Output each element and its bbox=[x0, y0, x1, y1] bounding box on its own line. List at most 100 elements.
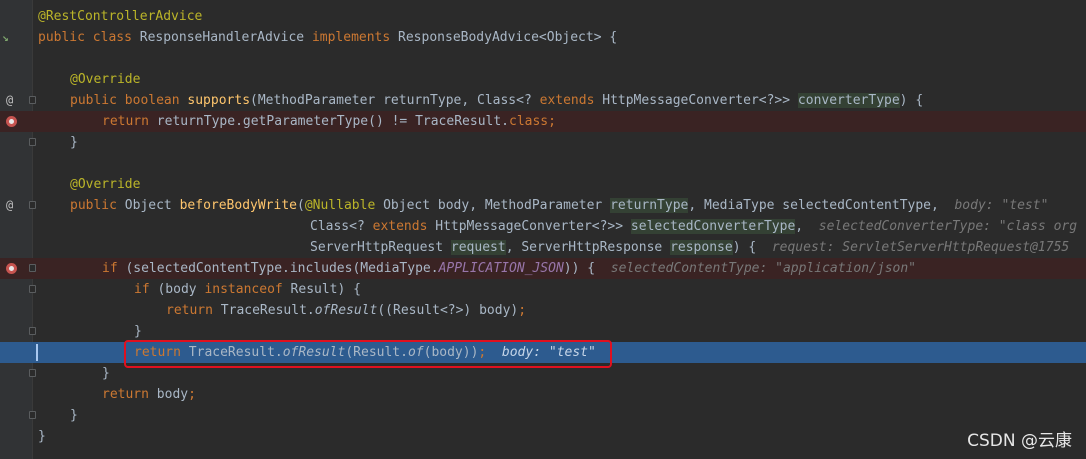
code-line[interactable]: } bbox=[0, 405, 1086, 426]
code-token: public class bbox=[38, 30, 140, 45]
code-text: } bbox=[70, 132, 78, 153]
inline-debug-value: selectedContentType: "application/json" bbox=[610, 261, 917, 276]
code-line[interactable]: @Override bbox=[0, 69, 1086, 90]
code-text: } bbox=[70, 405, 78, 426]
code-text: @Override bbox=[70, 69, 140, 90]
code-token: } bbox=[70, 408, 78, 423]
code-token: (MethodParameter returnType, Class<? bbox=[250, 93, 540, 108]
code-line[interactable]: @Override bbox=[0, 174, 1086, 195]
code-token: if bbox=[102, 261, 126, 276]
code-text: return body; bbox=[102, 384, 196, 405]
code-line[interactable]: ServerHttpRequest request, ServerHttpRes… bbox=[0, 237, 1086, 258]
code-line[interactable]: return TraceResult.ofResult((Result<?>) … bbox=[0, 300, 1086, 321]
code-text: @Override bbox=[70, 174, 140, 195]
code-text: public Object beforeBodyWrite(@Nullable … bbox=[70, 195, 1048, 216]
code-token: Result) { bbox=[290, 282, 361, 297]
code-token: ResponseBodyAdvice<Object> { bbox=[398, 30, 618, 45]
code-line[interactable]: return body; bbox=[0, 384, 1086, 405]
code-token: , bbox=[795, 219, 819, 234]
code-line[interactable]: } bbox=[0, 132, 1086, 153]
code-line[interactable] bbox=[0, 153, 1086, 174]
code-token: public boolean bbox=[70, 93, 188, 108]
fold-icon[interactable] bbox=[29, 369, 36, 377]
code-token: Object bbox=[124, 198, 180, 213]
code-token: APPLICATION_JSON bbox=[438, 261, 564, 276]
code-token: } bbox=[102, 366, 110, 381]
code-token: } bbox=[38, 429, 46, 444]
code-token: , MediaType selectedContentType, bbox=[688, 198, 955, 213]
code-token: return bbox=[102, 387, 157, 402]
code-text: ServerHttpRequest request, ServerHttpRes… bbox=[310, 237, 1069, 258]
code-token: , ServerHttpResponse bbox=[505, 240, 671, 255]
code-text: } bbox=[134, 321, 142, 342]
fold-icon[interactable] bbox=[29, 96, 36, 104]
code-text: public class ResponseHandlerAdvice imple… bbox=[38, 27, 617, 48]
override-icon[interactable]: @ bbox=[6, 195, 13, 216]
code-token: )) { bbox=[563, 261, 611, 276]
code-token: return bbox=[166, 303, 221, 318]
fold-icon[interactable] bbox=[29, 138, 36, 146]
fold-icon[interactable] bbox=[29, 285, 36, 293]
code-text: Class<? extends HttpMessageConverter<?>>… bbox=[310, 216, 1077, 237]
execution-point-icon bbox=[36, 344, 38, 361]
inline-debug-value: selectedConverterType: "class org bbox=[818, 219, 1078, 234]
fold-icon[interactable] bbox=[29, 327, 36, 335]
code-token: } bbox=[134, 324, 142, 339]
code-line[interactable]: @ public boolean supports(MethodParameter… bbox=[0, 90, 1086, 111]
code-text: return returnType.getParameterType() != … bbox=[102, 111, 556, 132]
code-line[interactable]: if (selectedContentType.includes(MediaTy… bbox=[0, 258, 1086, 279]
code-token: ( bbox=[297, 198, 305, 213]
code-token: @Nullable bbox=[304, 198, 384, 213]
highlight-box bbox=[124, 340, 612, 368]
code-token: Object body, MethodParameter bbox=[383, 198, 611, 213]
code-token: ServerHttpRequest bbox=[310, 240, 451, 255]
code-token: (body bbox=[157, 282, 205, 297]
code-editor[interactable]: @RestControllerAdvice ↘ public class Respo… bbox=[0, 0, 1086, 459]
implemented-icon[interactable]: ↘ bbox=[2, 27, 9, 48]
code-token: ; bbox=[518, 303, 527, 318]
code-line[interactable]: return returnType.getParameterType() != … bbox=[0, 111, 1086, 132]
code-token: public bbox=[70, 198, 125, 213]
code-token: @Override bbox=[70, 72, 141, 87]
code-token: instanceof bbox=[204, 282, 291, 297]
code-token: HttpMessageConverter<?>> bbox=[602, 93, 798, 108]
code-token: implements bbox=[311, 30, 399, 45]
code-token: selectedConverterType bbox=[630, 219, 796, 234]
code-text: public boolean supports(MethodParameter … bbox=[70, 90, 923, 111]
watermark: CSDN @云康 bbox=[967, 431, 1072, 451]
code-token: supports bbox=[187, 93, 251, 108]
code-token: extends bbox=[372, 219, 436, 234]
fold-icon[interactable] bbox=[29, 201, 36, 209]
code-token: ) { bbox=[899, 93, 924, 108]
code-token: return bbox=[102, 114, 157, 129]
breakpoint-icon[interactable] bbox=[6, 263, 17, 274]
code-token: (selectedContentType.includes(MediaType. bbox=[125, 261, 439, 276]
code-token: ((Result<?>) body) bbox=[377, 303, 519, 318]
code-line[interactable]: if (body instanceof Result) { bbox=[0, 279, 1086, 300]
code-line[interactable] bbox=[0, 48, 1086, 69]
code-text: } bbox=[38, 426, 46, 447]
code-token: extends bbox=[539, 93, 603, 108]
code-line[interactable]: } bbox=[0, 321, 1086, 342]
code-token: Class<? bbox=[310, 219, 373, 234]
breakpoint-icon[interactable] bbox=[6, 116, 17, 127]
code-token: @Override bbox=[70, 177, 141, 192]
code-text: @RestControllerAdvice bbox=[38, 6, 202, 27]
code-token: ; bbox=[188, 387, 196, 402]
fold-icon[interactable] bbox=[29, 264, 36, 272]
override-icon[interactable]: @ bbox=[6, 90, 13, 111]
code-line[interactable]: } bbox=[0, 426, 1086, 447]
code-token: TraceResult. bbox=[220, 303, 315, 318]
code-token: ; bbox=[548, 114, 556, 129]
code-line[interactable]: Class<? extends HttpMessageConverter<?>>… bbox=[0, 216, 1086, 237]
code-token: ResponseHandlerAdvice bbox=[139, 30, 312, 45]
code-text: return TraceResult.ofResult((Result<?>) … bbox=[166, 300, 526, 321]
code-token: response bbox=[670, 240, 733, 255]
code-line[interactable]: ↘ public class ResponseHandlerAdvice impl… bbox=[0, 27, 1086, 48]
code-line[interactable]: @RestControllerAdvice bbox=[0, 6, 1086, 27]
code-token: body bbox=[156, 387, 189, 402]
inline-debug-value: body: "test" bbox=[954, 198, 1049, 213]
code-line[interactable]: @ public Object beforeBodyWrite(@Nullable… bbox=[0, 195, 1086, 216]
fold-icon[interactable] bbox=[29, 411, 36, 419]
code-token: } bbox=[70, 135, 78, 150]
